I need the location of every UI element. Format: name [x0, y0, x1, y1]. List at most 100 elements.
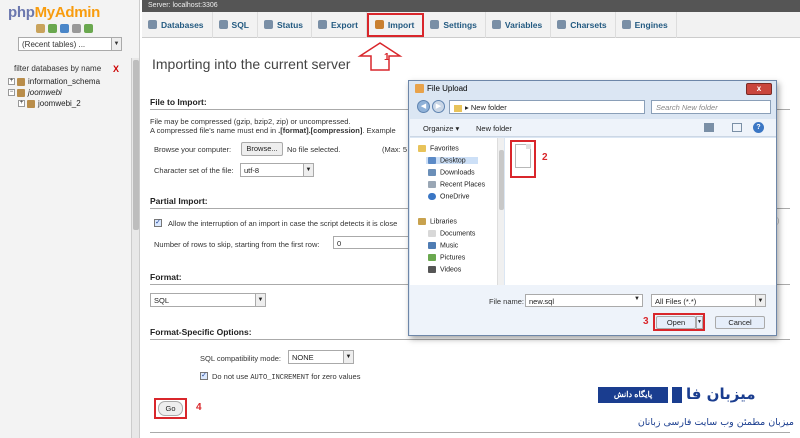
compression-note: File may be compressed (gzip, bzip2, zip… [150, 117, 351, 126]
open-options-chevron-icon[interactable]: ▼ [696, 316, 703, 329]
open-button[interactable]: Open [656, 316, 696, 329]
watermark-logo: پایگاه دانش میزبان فا [598, 385, 794, 405]
chevron-down-icon: ▼ [343, 351, 353, 363]
preview-pane-icon[interactable] [732, 123, 742, 132]
db-item-information-schema[interactable]: + information_schema [8, 77, 100, 86]
tab-variables[interactable]: Variables [486, 11, 552, 38]
scrollbar-thumb[interactable] [499, 150, 504, 210]
knowledge-base-badge: پایگاه دانش [598, 387, 668, 403]
logout-icon[interactable] [48, 24, 57, 33]
view-icon[interactable] [704, 123, 714, 132]
sidebar-item-onedrive[interactable]: OneDrive [428, 193, 470, 200]
browse-button[interactable]: Browse... [241, 142, 283, 156]
organize-menu[interactable]: Organize ▾ [423, 124, 459, 133]
sidebar-item-videos[interactable]: Videos [428, 266, 461, 273]
tab-engines[interactable]: Engines [616, 11, 677, 38]
allow-interrupt-checkbox[interactable]: ✓ [154, 219, 162, 227]
tab-import[interactable]: Import [366, 12, 425, 37]
new-folder-button[interactable]: New folder [476, 124, 512, 133]
chevron-down-icon: ▼ [755, 295, 765, 306]
star-icon [418, 145, 426, 152]
reload-icon[interactable] [84, 24, 93, 33]
db-item-joomwebi[interactable]: − joomwebi [8, 88, 62, 97]
expand-icon[interactable]: + [8, 78, 15, 86]
db-item-joomwebi-2[interactable]: + joomwebi_2 [18, 99, 81, 108]
expand-icon[interactable]: + [18, 100, 25, 108]
section-divider [150, 339, 790, 340]
address-bar[interactable]: ▸ New folder [449, 100, 645, 114]
tab-export[interactable]: Export [312, 11, 367, 38]
sidebar-scrollbar[interactable] [497, 138, 504, 285]
dialog-search-input[interactable]: Search New folder [651, 100, 771, 114]
annotation-number-2: 2 [542, 152, 548, 163]
variables-icon [491, 20, 501, 29]
tab-status[interactable]: Status [258, 11, 312, 38]
database-icon [148, 20, 157, 29]
tab-sql[interactable]: SQL [213, 11, 259, 38]
go-button[interactable]: Go [158, 401, 183, 416]
format-heading: Format: [150, 272, 182, 282]
sidebar-item-desktop[interactable]: Desktop [426, 157, 478, 165]
forward-icon[interactable]: ▶ [432, 100, 445, 113]
file-list: 2 [505, 138, 776, 285]
max-size: (Max: 5 [382, 145, 408, 154]
charset-label: Character set of the file: [154, 166, 234, 175]
charset-icon [557, 20, 567, 29]
file-upload-dialog: File Upload x ◀ ▶ ▸ New folder Search Ne… [408, 80, 777, 336]
sidebar-item-documents[interactable]: Documents [428, 230, 475, 237]
navigation-scrollbar[interactable] [131, 58, 139, 438]
file-name-label: File name: [489, 297, 525, 306]
dialog-close-button[interactable]: x [746, 83, 772, 95]
dialog-toolbar: Organize ▾ New folder ? [410, 119, 776, 137]
sidebar-item-libraries[interactable]: Libraries [418, 218, 457, 225]
collapse-icon[interactable]: − [8, 89, 15, 97]
allow-interrupt-label: Allow the interruption of an import in c… [168, 219, 398, 228]
libraries-icon [418, 218, 426, 225]
page-title: Importing into the current server [152, 56, 351, 72]
format-select[interactable]: SQL ▼ [150, 293, 266, 307]
export-icon [318, 20, 327, 29]
annotation-arrow [357, 42, 403, 71]
scroll-right-indicator: ) [777, 218, 780, 225]
home-icon[interactable] [36, 24, 45, 33]
chevron-down-icon: ▼ [255, 294, 265, 306]
file-type-select[interactable]: All Files (*.*) ▼ [651, 294, 766, 307]
sql-compat-select[interactable]: NONE ▼ [288, 350, 354, 364]
pictures-icon [428, 254, 436, 261]
status-icon [264, 20, 274, 29]
sql-file-icon[interactable] [515, 144, 531, 168]
docs-icon[interactable] [72, 24, 81, 33]
top-tabs: Databases SQL Status Export Import Setti… [142, 11, 800, 38]
server-breadcrumb[interactable]: Server: localhost:3306 [142, 0, 800, 12]
database-icon [17, 88, 25, 97]
back-icon[interactable]: ◀ [417, 100, 430, 113]
sidebar-item-favorites[interactable]: Favorites [418, 145, 459, 152]
dialog-sidebar: Favorites Desktop Downloads Recent Place… [410, 138, 504, 285]
clear-filter-button[interactable]: X [113, 64, 119, 74]
scrollbar-thumb[interactable] [133, 60, 139, 230]
charset-select[interactable]: utf-8 ▼ [240, 163, 314, 177]
tab-charsets[interactable]: Charsets [551, 11, 616, 38]
help-icon[interactable] [60, 24, 69, 33]
tab-settings[interactable]: Settings [424, 11, 486, 38]
skip-rows-input[interactable]: 0 [333, 236, 409, 249]
annotation-number-4: 4 [196, 402, 202, 413]
sidebar-item-pictures[interactable]: Pictures [428, 254, 465, 261]
filter-databases-input[interactable]: filter databases by name [14, 64, 126, 76]
sidebar-item-downloads[interactable]: Downloads [428, 169, 475, 176]
wrench-icon [430, 20, 440, 29]
help-icon[interactable]: ? [753, 122, 764, 133]
sidebar-item-recent-places[interactable]: Recent Places [428, 181, 485, 188]
recent-tables-select[interactable]: (Recent tables) ... ▼ [18, 37, 122, 51]
file-name-input[interactable]: new.sql ▼ [525, 294, 643, 307]
recent-places-icon [428, 181, 436, 188]
cancel-button[interactable]: Cancel [715, 316, 765, 329]
folder-icon [454, 104, 462, 112]
phpmyadmin-logo[interactable]: phpMyAdmin [8, 4, 100, 21]
tab-databases[interactable]: Databases [142, 11, 213, 38]
annotation-number-1: 1 [384, 52, 390, 63]
sidebar-item-music[interactable]: Music [428, 242, 458, 249]
no-auto-increment-checkbox[interactable]: ✓ [200, 372, 208, 380]
database-icon [27, 99, 35, 108]
watermark-tagline: میزبان مطمئن وب سایت فارسی زبانان [637, 417, 794, 428]
